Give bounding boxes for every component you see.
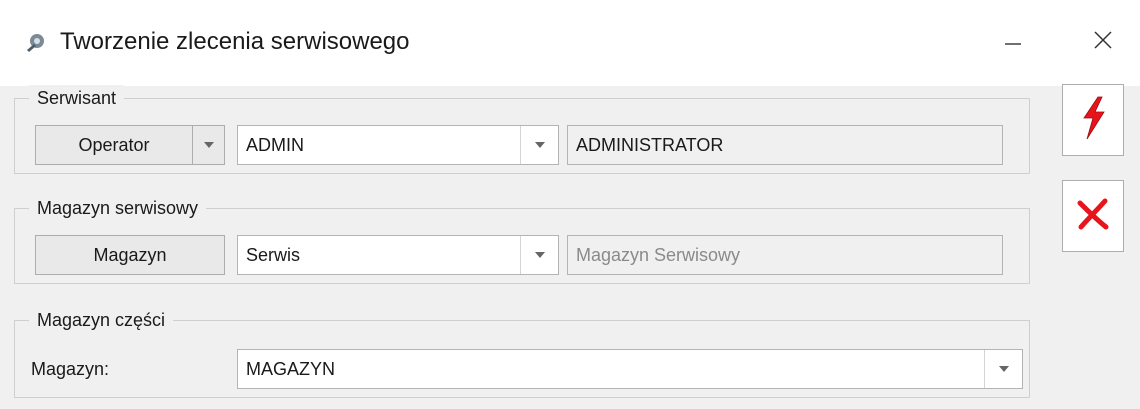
service-warehouse-name-value: Magazyn Serwisowy (576, 244, 741, 265)
minimize-button[interactable] (990, 20, 1036, 64)
operator-name-value: ADMINISTRATOR (576, 134, 724, 155)
red-x-icon (1076, 197, 1110, 236)
parts-warehouse-label: Magazyn: (31, 359, 110, 379)
operator-type-dropdown[interactable] (193, 125, 225, 165)
group-magazyn-serwisowy: Magazyn serwisowy Magazyn Serwis Magazyn… (14, 195, 1030, 284)
group-legend-magazyn-serwisowy: Magazyn serwisowy (29, 195, 207, 221)
service-warehouse-value: Serwis (246, 244, 301, 265)
close-window-button[interactable] (1080, 20, 1126, 64)
operator-code-value: ADMIN (246, 134, 304, 155)
title-bar: Tworzenie zlecenia serwisowego (0, 0, 1140, 86)
chevron-down-icon (203, 136, 215, 154)
window-title: Tworzenie zlecenia serwisowego (60, 28, 410, 55)
lightning-icon (1078, 96, 1108, 145)
chevron-down-icon[interactable] (984, 350, 1022, 388)
parts-warehouse-combo[interactable]: MAGAZYN (237, 349, 1023, 389)
operator-name-field: ADMINISTRATOR (567, 125, 1003, 165)
close-icon (1092, 29, 1114, 56)
parts-warehouse-value: MAGAZYN (246, 358, 336, 379)
service-gear-icon (24, 30, 48, 54)
service-warehouse-combo[interactable]: Serwis (237, 235, 559, 275)
cancel-button[interactable] (1062, 180, 1124, 252)
operator-code-combo[interactable]: ADMIN (237, 125, 559, 165)
operator-button[interactable]: Operator (35, 125, 193, 165)
chevron-down-icon[interactable] (520, 236, 558, 274)
minimize-icon (1003, 30, 1023, 55)
group-legend-magazyn-czesci: Magazyn części (29, 307, 174, 333)
confirm-button[interactable] (1062, 84, 1124, 156)
service-warehouse-name-field: Magazyn Serwisowy (567, 235, 1003, 275)
group-serwisant: Serwisant Operator ADMIN ADMINISTRATOR (14, 85, 1030, 174)
magazyn-button[interactable]: Magazyn (35, 235, 225, 275)
group-magazyn-czesci: Magazyn części Magazyn: MAGAZYN (14, 307, 1030, 398)
group-legend-serwisant: Serwisant (29, 85, 125, 111)
chevron-down-icon[interactable] (520, 126, 558, 164)
